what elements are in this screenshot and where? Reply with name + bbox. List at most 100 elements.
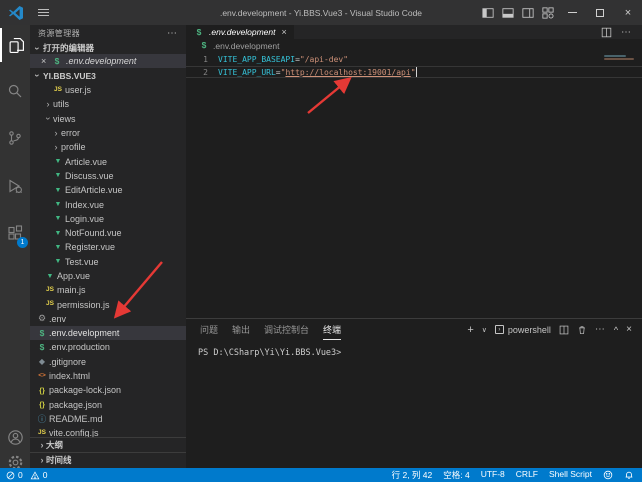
tree-item[interactable]: › Register.vue	[30, 240, 186, 254]
vue-file-icon	[52, 172, 64, 179]
panel-tab[interactable]: 输出	[232, 320, 250, 339]
terminal-prompt: PS D:\CSharp\Yi\Yi.BBS.Vue3>	[198, 348, 341, 358]
git-file-icon	[36, 358, 48, 366]
terminal-instance[interactable]: › powershell	[495, 325, 551, 335]
shellscript-icon	[51, 57, 63, 66]
close-window-button[interactable]: ×	[614, 0, 642, 25]
maximize-button[interactable]	[586, 0, 614, 25]
js-file-icon	[36, 430, 48, 437]
search-icon[interactable]	[0, 74, 30, 108]
code-line-2: 2 VITE_APP_URL="http://localhost:19001/a…	[186, 66, 642, 78]
toggle-sidebar-icon[interactable]	[478, 0, 498, 25]
extensions-badge: 1	[17, 237, 28, 248]
terminal-dropdown-icon[interactable]: ∨	[482, 326, 487, 334]
js-file-icon	[52, 87, 64, 94]
tree-item[interactable]: › index.html	[30, 369, 186, 383]
new-terminal-icon[interactable]: +	[467, 324, 473, 336]
minimap[interactable]	[604, 55, 638, 61]
status-item[interactable]: UTF-8	[481, 469, 505, 481]
views-more-actions-icon[interactable]: ⋯	[167, 28, 178, 39]
status-item[interactable]: Shell Script	[549, 469, 592, 481]
shell-file-icon	[36, 343, 48, 352]
tree-item[interactable]: › Index.vue	[30, 197, 186, 211]
code-editor[interactable]: 1 VITE_APP_BASEAPI="/api-dev" 2 VITE_APP…	[186, 52, 642, 78]
status-item[interactable]: CRLF	[516, 469, 538, 481]
extensions-icon[interactable]: 1	[0, 216, 30, 250]
tree-item[interactable]: › Test.vue	[30, 255, 186, 269]
tree-item[interactable]: › Article.vue	[30, 154, 186, 168]
panel-tab[interactable]: 调试控制台	[264, 320, 309, 339]
tree-item[interactable]: › Login.vue	[30, 212, 186, 226]
panel-more-actions-icon[interactable]: ⋯	[595, 324, 606, 335]
json-file-icon	[36, 401, 48, 409]
vue-file-icon	[52, 230, 64, 237]
editor-more-actions-icon[interactable]: ⋯	[621, 27, 632, 38]
feedback-icon[interactable]	[603, 470, 613, 480]
notifications-bell-icon[interactable]	[624, 470, 634, 480]
tree-item[interactable]: › .gitignore	[30, 355, 186, 369]
chevron-icon: ›	[44, 100, 52, 109]
tree-item[interactable]: › main.js	[30, 283, 186, 297]
status-item[interactable]: 行 2, 列 42	[392, 469, 433, 481]
chevron-down-icon: ›	[33, 72, 42, 80]
chevron-icon: ›	[44, 115, 53, 123]
panel-tab[interactable]: 终端	[323, 320, 341, 340]
tree-item[interactable]: › profile	[30, 140, 186, 154]
open-editor-item[interactable]: × .env.development	[30, 54, 186, 68]
tree-item[interactable]: › package-lock.json	[30, 383, 186, 397]
line-number: 2	[186, 67, 218, 77]
customize-layout-icon[interactable]	[538, 0, 558, 25]
split-editor-icon[interactable]	[601, 27, 612, 38]
line-number: 1	[186, 54, 218, 66]
json-file-icon	[36, 387, 48, 395]
tree-item[interactable]: › .env.production	[30, 340, 186, 354]
toggle-panel-icon[interactable]	[498, 0, 518, 25]
tree-item[interactable]: › error	[30, 126, 186, 140]
url-link[interactable]: http://localhost:19001/api	[285, 67, 410, 77]
status-bar: 0 0 行 2, 列 42 空格: 4 UTF-8 CRLF Shell Script	[0, 468, 642, 482]
minimize-button[interactable]	[558, 0, 586, 25]
tree-item[interactable]: › NotFound.vue	[30, 226, 186, 240]
panel-tab[interactable]: 问题	[200, 320, 218, 339]
tree-item[interactable]: › permission.js	[30, 297, 186, 311]
info-file-icon	[36, 415, 48, 424]
title-bar: .env.development - Yi.BBS.Vue3 - Visual …	[0, 0, 642, 25]
tree-item[interactable]: › package.json	[30, 398, 186, 412]
breadcrumb[interactable]: .env.development	[186, 39, 642, 52]
code-line-1: 1 VITE_APP_BASEAPI="/api-dev"	[186, 54, 642, 66]
source-control-icon[interactable]	[0, 121, 30, 155]
close-tab-icon[interactable]: ×	[281, 27, 286, 37]
tree-item[interactable]: › utils	[30, 97, 186, 111]
tree-item[interactable]: › .env	[30, 312, 186, 326]
toggle-secondary-sidebar-icon[interactable]	[518, 0, 538, 25]
chevron-right-icon: ›	[38, 441, 46, 450]
split-terminal-icon[interactable]	[559, 325, 569, 335]
status-item[interactable]: 空格: 4	[443, 469, 469, 481]
tree-item[interactable]: › Discuss.vue	[30, 169, 186, 183]
tree-item[interactable]: › user.js	[30, 83, 186, 97]
close-panel-icon[interactable]: ×	[626, 324, 632, 335]
menu-hamburger-icon[interactable]	[38, 9, 49, 16]
maximize-panel-icon[interactable]: ^	[614, 325, 618, 335]
chevron-right-icon: ›	[38, 456, 46, 465]
tree-item[interactable]: › App.vue	[30, 269, 186, 283]
outline-section[interactable]: › 大纲	[30, 437, 186, 452]
tree-item[interactable]: › views	[30, 112, 186, 126]
project-section[interactable]: › YI.BBS.VUE3	[30, 68, 186, 83]
open-editors-section[interactable]: › 打开的编辑器	[30, 42, 186, 54]
timeline-section[interactable]: › 时间线	[30, 452, 186, 467]
explorer-title: 资源管理器	[38, 28, 167, 39]
close-icon[interactable]: ×	[41, 56, 51, 66]
terminal-output[interactable]: PS D:\CSharp\Yi\Yi.BBS.Vue3>	[186, 340, 642, 358]
vue-file-icon	[52, 158, 64, 165]
kill-terminal-icon[interactable]	[577, 325, 587, 335]
tree-item[interactable]: › README.md	[30, 412, 186, 426]
tree-item[interactable]: › .env.development	[30, 326, 186, 340]
vscode-logo-icon	[8, 5, 24, 21]
tab-env-development[interactable]: .env.development ×	[186, 25, 294, 39]
vue-file-icon	[52, 244, 64, 251]
run-debug-icon[interactable]	[0, 169, 30, 203]
problems-status[interactable]: 0 0	[0, 470, 47, 480]
tree-item[interactable]: › EditArticle.vue	[30, 183, 186, 197]
explorer-icon[interactable]	[0, 28, 30, 62]
